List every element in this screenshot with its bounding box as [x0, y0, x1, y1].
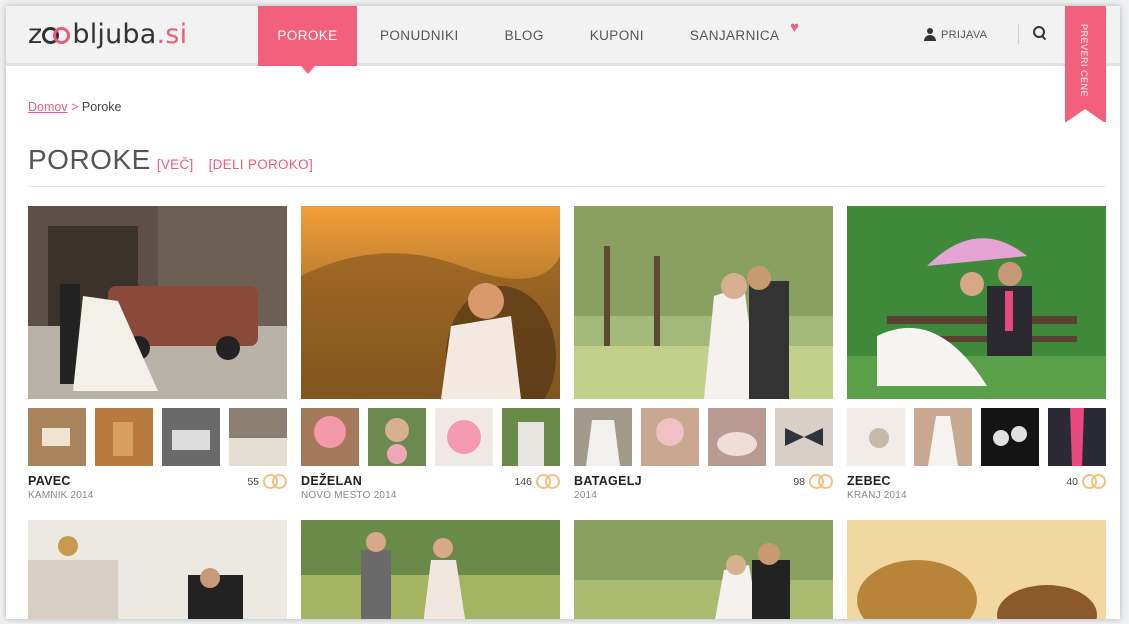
nav-item-blog[interactable]: BLOG	[482, 6, 567, 66]
logo-rings-icon	[42, 25, 72, 45]
thumbnail-strip	[301, 408, 560, 466]
wedding-card-dezelan[interactable]: DEŽELAN NOVO MESTO 2014 146	[301, 206, 560, 514]
site-logo[interactable]: z bljuba.si	[28, 19, 187, 50]
thumbnail[interactable]	[708, 408, 766, 466]
thumbnail[interactable]	[95, 408, 153, 466]
wedding-card-batagelj[interactable]: BATAGELJ 2014 98	[574, 206, 833, 514]
breadcrumb: Domov > Poroke	[28, 100, 122, 114]
wedding-photo[interactable]	[847, 520, 1106, 619]
wedding-photo[interactable]	[301, 520, 560, 619]
nav-item-ponudniki[interactable]: PONUDNIKI	[357, 6, 482, 66]
user-icon	[924, 28, 936, 41]
wedding-card-pavec[interactable]: PAVEC KAMNIK 2014 55	[28, 206, 287, 514]
browser-frame: z bljuba.si POROKE PONUDNIKI BLOG KUPONI …	[6, 6, 1120, 619]
photo-count: 40	[1066, 474, 1106, 490]
wedding-location: NOVO MESTO 2014	[301, 490, 397, 501]
more-link[interactable]: [VEČ]	[157, 157, 194, 172]
wedding-location: KRANJ 2014	[847, 490, 907, 501]
wedding-location: KAMNIK 2014	[28, 490, 94, 501]
photo-count: 146	[514, 474, 560, 490]
wedding-info: DEŽELAN NOVO MESTO 2014 146	[301, 474, 560, 514]
nav-item-poroke[interactable]: POROKE	[258, 6, 357, 74]
main-nav: POROKE PONUDNIKI BLOG KUPONI SANJARNICA …	[258, 6, 806, 74]
photo-count: 98	[793, 474, 833, 490]
wedding-info: BATAGELJ 2014 98	[574, 474, 833, 514]
rings-icon	[1082, 474, 1106, 490]
wedding-info: ZEBEC KRANJ 2014 40	[847, 474, 1106, 514]
page-title: POROKE	[28, 144, 151, 175]
title-divider	[28, 186, 1106, 187]
wedding-photo[interactable]	[28, 520, 287, 619]
wedding-photo[interactable]	[301, 206, 560, 399]
wedding-photo[interactable]	[28, 206, 287, 399]
nav-item-kuponi[interactable]: KUPONI	[567, 6, 667, 66]
search-icon[interactable]	[1033, 26, 1047, 40]
thumbnail[interactable]	[435, 408, 493, 466]
thumbnail-strip	[28, 408, 287, 466]
site-header: z bljuba.si POROKE PONUDNIKI BLOG KUPONI …	[6, 6, 1120, 74]
thumbnail[interactable]	[981, 408, 1039, 466]
thumbnail[interactable]	[914, 408, 972, 466]
rings-icon	[536, 474, 560, 490]
thumbnail[interactable]	[28, 408, 86, 466]
wedding-card-zebec[interactable]: ZEBEC KRANJ 2014 40	[847, 206, 1106, 514]
wedding-info: PAVEC KAMNIK 2014 55	[28, 474, 287, 514]
breadcrumb-home[interactable]: Domov	[28, 100, 68, 114]
thumbnail[interactable]	[574, 408, 632, 466]
wedding-photo[interactable]	[574, 520, 833, 619]
heart-icon: ♥	[790, 19, 800, 36]
thumbnail[interactable]	[847, 408, 905, 466]
title-row: POROKE [VEČ] [DELI POROKO]	[28, 144, 313, 176]
login-link[interactable]: PRIJAVA	[924, 28, 987, 41]
breadcrumb-current: Poroke	[81, 100, 122, 114]
thumbnail[interactable]	[775, 408, 833, 466]
nav-item-sanjarnica[interactable]: SANJARNICA ♥	[667, 6, 806, 66]
header-divider	[1018, 24, 1019, 44]
price-check-ribbon[interactable]: PREVERI CENE	[1065, 6, 1106, 123]
wedding-photo[interactable]	[574, 206, 833, 399]
thumbnail[interactable]	[1048, 408, 1106, 466]
thumbnail-strip	[574, 408, 833, 466]
share-wedding-link[interactable]: [DELI POROKO]	[209, 157, 313, 172]
thumbnail[interactable]	[502, 408, 560, 466]
thumbnail[interactable]	[229, 408, 287, 466]
rings-icon	[263, 474, 287, 490]
thumbnail[interactable]	[641, 408, 699, 466]
rings-icon	[809, 474, 833, 490]
wedding-photo[interactable]	[847, 206, 1106, 399]
thumbnail-strip	[847, 408, 1106, 466]
thumbnail[interactable]	[162, 408, 220, 466]
thumbnail[interactable]	[301, 408, 359, 466]
thumbnail[interactable]	[368, 408, 426, 466]
photo-count: 55	[247, 474, 287, 490]
wedding-location: 2014	[574, 490, 598, 501]
